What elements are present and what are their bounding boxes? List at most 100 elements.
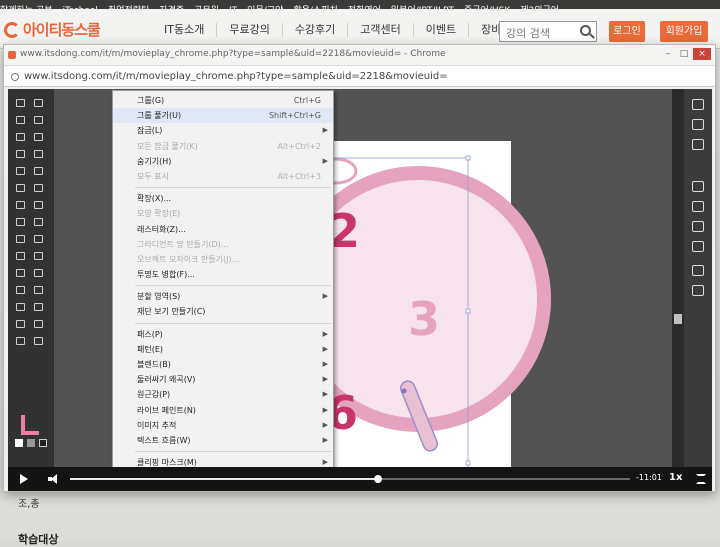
panel-icon[interactable] [692, 181, 704, 192]
clock-number-3: 3 [408, 292, 440, 346]
site-logo[interactable]: 아이티동스쿨 [4, 19, 101, 40]
submenu-arrow-icon: ▶ [322, 292, 328, 301]
menu-item: 오브젝트 모자이크 만들기(J)... [113, 252, 333, 267]
menu-item-shortcut: Ctrl+G [293, 96, 321, 105]
submenu-arrow-icon: ▶ [322, 405, 328, 414]
menu-item-label: 오브젝트 모자이크 만들기(J)... [137, 254, 240, 264]
menu-item-shortcut: Alt+Ctrl+3 [277, 171, 321, 181]
menu-item-label: 숨기기(H) [137, 156, 172, 166]
menu-item-label: 모두 표시 [137, 171, 169, 181]
panel-icon[interactable] [692, 99, 704, 110]
menu-item-label: 확장(X)... [137, 194, 172, 204]
panel-icon[interactable] [692, 201, 704, 212]
menu-item: 모든 잠금 풀기(K) Alt+Ctrl+2 [113, 139, 333, 154]
menu-item[interactable]: 패스(P) ▶ [113, 327, 333, 342]
menu-item[interactable]: 투명도 병합(F)... [113, 267, 333, 282]
menu-item[interactable]: 래스터화(Z)... [113, 222, 333, 237]
search-icon[interactable] [580, 25, 591, 36]
menu-item-label: 텍스트 흐름(W) [137, 435, 191, 445]
menu-item-label: 둘러싸기 왜곡(V) [137, 375, 196, 385]
address-bar[interactable]: www.itsdong.com/it/m/movieplay_chrome.ph… [4, 65, 715, 87]
nav-item-support[interactable]: 고객센터 [347, 23, 412, 37]
menu-item: 그라디언트 망 만들기(D)... [113, 237, 333, 252]
menu-item-label: 블렌드(B) [137, 360, 171, 369]
menu-item[interactable]: 재단 보기 만들기(C) [113, 304, 333, 319]
menu-item-label: 그룹(G) [137, 96, 165, 105]
login-button[interactable]: 로그인 [609, 21, 645, 42]
panel-icon[interactable] [692, 221, 704, 232]
menu-separator [135, 285, 331, 287]
page-text: 조,총 [18, 499, 40, 510]
menu-item[interactable]: 잠금(L) ▶ [113, 123, 333, 138]
submenu-arrow-icon: ▶ [322, 329, 328, 338]
canvas-scrollbar-track[interactable] [672, 89, 684, 467]
video-player[interactable]: 2 3 6 그룹(G) Ctrl+G 그룹 풀기(U) Shift+Ctrl+G 잠금(… [8, 89, 712, 491]
submenu-arrow-icon: ▶ [322, 360, 328, 368]
volume-icon[interactable] [48, 474, 58, 484]
site-info-icon[interactable] [11, 73, 19, 81]
close-button[interactable]: × [693, 48, 711, 60]
selection-handle [465, 308, 471, 314]
canvas-scrollbar-thumb[interactable] [674, 314, 682, 324]
menu-item-label: 모양 확장(E) [137, 209, 181, 219]
nav-item-event[interactable]: 이벤트 [412, 23, 468, 37]
menu-item: 모두 표시 Alt+Ctrl+3 [113, 169, 333, 184]
object-context-menu: 그룹(G) Ctrl+G 그룹 풀기(U) Shift+Ctrl+G 잠금(L) ▶ 모든 … [112, 90, 334, 482]
main-nav: IT동소개 무료강의 수강후기 고객센터 이벤트 장바구니 [152, 23, 534, 37]
menu-item[interactable]: 라이브 페인트(N) ▶ [113, 403, 333, 418]
search-placeholder: 강의 검색 [506, 27, 550, 40]
submenu-arrow-icon: ▶ [322, 126, 328, 135]
menu-item[interactable]: 확장(X)... [113, 191, 333, 206]
submenu-arrow-icon: ▶ [322, 375, 328, 384]
window-controls: – □ × [661, 48, 711, 60]
submenu-arrow-icon: ▶ [322, 390, 328, 399]
panel-icon[interactable] [692, 285, 704, 296]
menu-item-label: 패스(P) [137, 329, 163, 339]
menu-item-label: 패턴(E) [137, 344, 164, 354]
search-input[interactable]: 강의 검색 [499, 21, 597, 42]
nav-item-about[interactable]: IT동소개 [152, 23, 216, 37]
panel-icon[interactable] [692, 139, 704, 150]
panel-icon[interactable] [692, 119, 704, 130]
menu-item-label: 라이브 페인트(N) [137, 405, 196, 415]
address-url: www.itsdong.com/it/m/movieplay_chrome.ph… [24, 71, 448, 82]
page-favicon-icon [8, 51, 16, 59]
play-icon[interactable] [20, 474, 28, 484]
submenu-arrow-icon: ▶ [322, 435, 328, 444]
nav-item-free-lecture[interactable]: 무료강의 [216, 23, 281, 37]
minimize-button[interactable]: – [661, 48, 675, 60]
category-strip: 함께하는 공부iTschool취업전략팀자격증공무원IT인문/교양활용/스피치전… [0, 0, 720, 9]
menu-item[interactable]: 둘러싸기 왜곡(V) ▶ [113, 372, 333, 387]
menu-item[interactable]: 텍스트 흐름(W) ▶ [113, 433, 333, 448]
panel-icon[interactable] [692, 241, 704, 252]
fullscreen-icon[interactable] [696, 474, 706, 484]
window-titlebar[interactable]: www.itsdong.com/it/m/movieplay_chrome.ph… [4, 45, 715, 65]
menu-item[interactable]: 그룹(G) Ctrl+G [113, 93, 333, 108]
menu-item-label: 잠금(L) [137, 126, 163, 136]
menu-item[interactable]: 원근감(P) ▶ [113, 387, 333, 402]
seek-bar[interactable] [70, 475, 630, 483]
menu-item-label: 모든 잠금 풀기(K) [137, 141, 198, 151]
seek-handle[interactable] [374, 475, 382, 483]
menu-item[interactable]: 패턴(E) ▶ [113, 342, 333, 357]
menu-item[interactable]: 이미지 추적 ▶ [113, 418, 333, 433]
logo-text: 아이티동스쿨 [23, 21, 101, 39]
remaining-time: -11:01 [636, 473, 662, 482]
menu-item[interactable]: 그룹 풀기(U) Shift+Ctrl+G [113, 108, 333, 124]
maximize-button[interactable]: □ [677, 48, 691, 60]
playback-speed-button[interactable]: 1x [669, 472, 682, 483]
menu-item[interactable]: 블렌드(B) ▶ [113, 357, 333, 372]
seek-bar-progress [70, 478, 378, 480]
menu-item-label: 그라디언트 망 만들기(D)... [137, 239, 229, 249]
menu-item-label: 투명도 병합(F)... [137, 270, 195, 280]
nav-item-reviews[interactable]: 수강후기 [281, 23, 347, 37]
menu-separator [135, 187, 331, 189]
menu-item-label: 재단 보기 만들기(C) [137, 307, 206, 317]
menu-item[interactable]: 분할 영역(S) ▶ [113, 289, 333, 304]
submenu-arrow-icon: ▶ [322, 156, 328, 165]
menu-item: 모양 확장(E) [113, 206, 333, 221]
logo-icon [4, 21, 20, 38]
panel-icon[interactable] [692, 265, 704, 276]
join-button[interactable]: 회원가입 [660, 21, 708, 42]
menu-item[interactable]: 숨기기(H) ▶ [113, 154, 333, 169]
